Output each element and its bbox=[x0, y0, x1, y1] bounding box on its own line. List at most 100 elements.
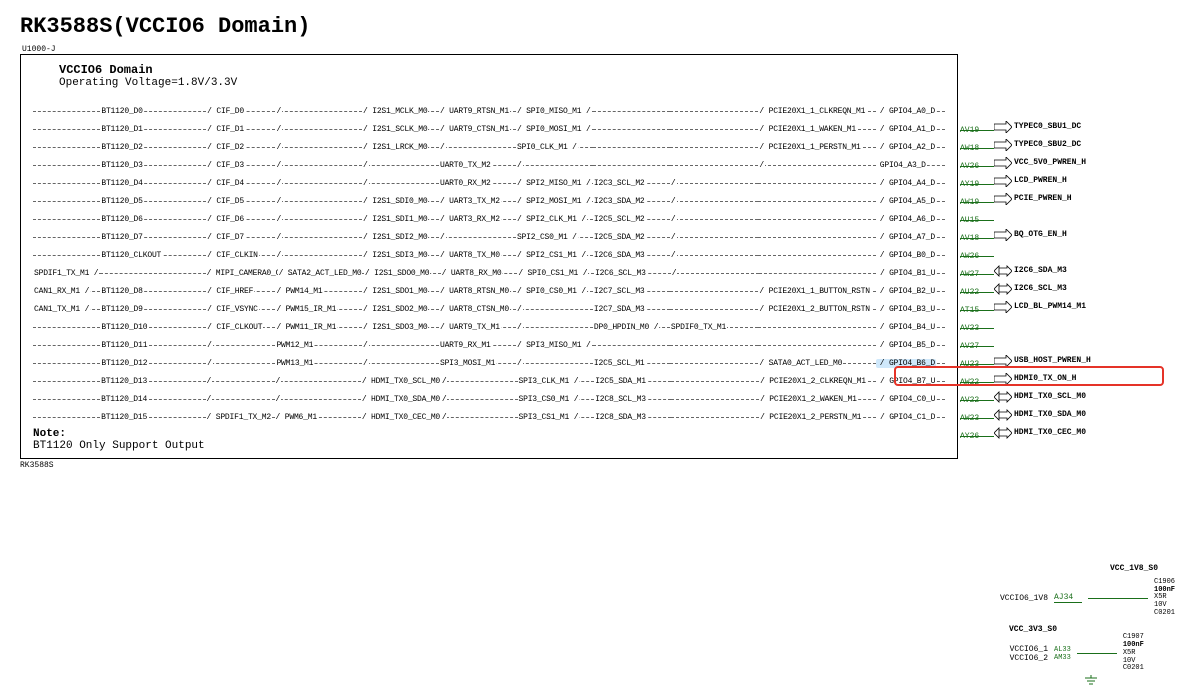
mux-cell: / I2S1_SDO1_M0 bbox=[362, 279, 439, 296]
mux-cell: I2C3_SDA_M2 bbox=[593, 189, 670, 206]
mux-cell bbox=[33, 171, 100, 188]
port: USB_HOST_PWREN_H bbox=[994, 355, 1091, 367]
mux-cell: / bbox=[516, 153, 593, 170]
mux-cell: / UART8_RX_M0 bbox=[441, 261, 518, 278]
mux-cell: / SPI0_CS0_M1 / bbox=[516, 279, 593, 296]
pin-row: BT1120_D13/// HDMI_TX0_SCL_M0/ SPI3_CLK_… bbox=[33, 369, 945, 386]
mux-cell: / CIF_HREF bbox=[206, 279, 275, 296]
bidir-port-icon bbox=[994, 427, 1012, 439]
mux-cell: I2C7_SDA_M3 bbox=[593, 297, 670, 314]
mux-cell: / PCIE20X1_2_BUTTON_RSTN bbox=[758, 297, 875, 314]
mux-cell bbox=[593, 99, 670, 116]
gpio-cell: / GPIO4_A0_D bbox=[876, 99, 945, 116]
port-label: I2C6_SDA_M3 bbox=[1014, 266, 1067, 275]
mux-cell: / SPDIF1_TX_M2 bbox=[206, 405, 275, 422]
mux-cell: / bbox=[670, 225, 759, 242]
mux-cell bbox=[33, 369, 100, 386]
mux-cell: / I2S1_MCLK_M0 bbox=[362, 99, 439, 116]
mux-cell: / bbox=[275, 369, 361, 386]
gpio-cell: / GPIO4_B6_D bbox=[876, 351, 945, 368]
mux-cell: / CIF_D1 bbox=[206, 117, 275, 134]
mux-cell bbox=[33, 243, 100, 260]
gpio-cell: / GPIO4_C0_U bbox=[876, 387, 945, 404]
mux-cell: / HDMI_TX0_SCL_M0 bbox=[361, 369, 441, 386]
mux-cell bbox=[593, 135, 670, 152]
port: I2C6_SCL_M3 bbox=[994, 283, 1067, 295]
mux-cell bbox=[670, 135, 759, 152]
ball-number: AT15 bbox=[960, 298, 994, 315]
mux-cell: / HDMI_TX0_SDA_M0 bbox=[361, 387, 441, 404]
mux-cell: / PWM11_IR_M1 bbox=[275, 315, 362, 332]
mux-cell: BT1120_CLKOUT bbox=[100, 243, 206, 260]
mux-cell: DP0_HPDIN_M0 / bbox=[593, 315, 670, 332]
note: Note: BT1120 Only Support Output bbox=[33, 428, 945, 452]
pin-row: BT1120_D14/// HDMI_TX0_SDA_M0/ SPI3_CS0_… bbox=[33, 387, 945, 404]
mux-cell bbox=[33, 207, 100, 224]
mux-cell: BT1120_D1 bbox=[100, 117, 206, 134]
mux-cell bbox=[758, 243, 875, 260]
mux-cell: / PCIE20X1_2_WAKEN_M1 bbox=[759, 387, 876, 404]
ext-row: AV27 bbox=[960, 334, 994, 351]
domain-name: VCCIO6 Domain bbox=[59, 63, 945, 77]
ball-number: AV22 bbox=[960, 388, 994, 405]
pin-row: BT1120_D5/ CIF_D5// I2S1_SDI0_M0/ UART3_… bbox=[33, 189, 945, 206]
mux-cell: BT1120_D4 bbox=[100, 171, 206, 188]
mux-cell: / bbox=[275, 99, 362, 116]
mux-cell: I2C6_SCL_M3 bbox=[594, 261, 671, 278]
mux-cell bbox=[33, 315, 100, 332]
mux-cell: / SPI2_MISO_M1 / bbox=[516, 171, 593, 188]
ball-number: AW26 bbox=[960, 244, 994, 261]
mux-cell: BT1120_D8 bbox=[100, 279, 206, 296]
mux-cell: / bbox=[362, 171, 439, 188]
mux-cell bbox=[593, 333, 670, 350]
mux-cell: / UART3_RX_M2 bbox=[439, 207, 516, 224]
ball-number: AW22 bbox=[960, 370, 994, 387]
port: HDMI_TX0_CEC_M0 bbox=[994, 427, 1086, 439]
mux-cell bbox=[671, 369, 759, 386]
out-port-icon bbox=[994, 355, 1012, 367]
bidir-port-icon bbox=[994, 265, 1012, 277]
pin-row: BT1120_D15/ SPDIF1_TX_M2/ PWM6_M1/ HDMI_… bbox=[33, 405, 945, 422]
gpio-cell: GPIO4_A3_D bbox=[876, 153, 945, 170]
mux-cell: / PCIE20X1_2_CLKREQN_M1 bbox=[759, 369, 876, 386]
mux-cell: / I2S1_SDI2_M0 bbox=[362, 225, 439, 242]
mux-cell: SPI3_MOSI_M1 bbox=[439, 351, 516, 368]
mux-cell: / UART9_CTSN_M1 bbox=[439, 117, 516, 134]
mux-cell: / bbox=[275, 207, 362, 224]
ball-number: AU15 bbox=[960, 208, 994, 225]
mux-cell: / SPI0_CS1_M1 / bbox=[517, 261, 594, 278]
pin-row: BT1120_D0/ CIF_D0// I2S1_MCLK_M0/ UART9_… bbox=[33, 99, 945, 116]
mux-cell: / SPI0_MOSI_M1 / bbox=[516, 117, 593, 134]
part-ref: U1000-J bbox=[22, 45, 1164, 54]
mux-cell: / bbox=[275, 117, 362, 134]
ball-number: AV18 bbox=[960, 226, 994, 243]
ext-row: AU22I2C6_SCL_M3 bbox=[960, 280, 1067, 297]
mux-cell: / HDMI_TX0_CEC_M0 bbox=[361, 405, 441, 422]
ext-row: AV19TYPEC0_SBU1_DC bbox=[960, 118, 1081, 135]
mux-cell: / PCIE20X1_1_CLKREQN_M1 bbox=[758, 99, 875, 116]
mux-cell bbox=[670, 333, 759, 350]
mux-cell bbox=[33, 405, 100, 422]
pin-row: BT1120_D10/ CIF_CLKOUT/ PWM11_IR_M1/ I2S… bbox=[33, 315, 945, 332]
mux-cell: BT1120_D15 bbox=[100, 405, 205, 422]
ball-number: AV23 bbox=[960, 316, 994, 333]
port-label: LCD_PWREN_H bbox=[1014, 176, 1067, 185]
port-label: HDMI0_TX_ON_H bbox=[1014, 374, 1076, 383]
mux-cell: / MIPI_CAMERA0_CLK_M0 bbox=[206, 261, 278, 278]
mux-cell: BT1120_D10 bbox=[100, 315, 206, 332]
mux-cell: / bbox=[516, 351, 593, 368]
out-port-icon bbox=[994, 157, 1012, 169]
ext-row: AW27I2C6_SDA_M3 bbox=[960, 262, 1067, 279]
ext-row: AV18BQ_OTG_EN_H bbox=[960, 226, 1067, 243]
mux-cell: / UART8_RTSN_M0 bbox=[439, 279, 516, 296]
mux-cell: / bbox=[439, 135, 516, 152]
mux-cell: BT1120_D0 bbox=[100, 99, 206, 116]
page-title: RK3588S(VCCIO6 Domain) bbox=[20, 14, 1164, 39]
ext-row: AU15 bbox=[960, 208, 994, 225]
mux-cell: UART9_RX_M1 bbox=[439, 333, 516, 350]
mux-cell: / PCIE20X1_1_PERSTN_M1 bbox=[758, 135, 875, 152]
port: LCD_PWREN_H bbox=[994, 175, 1067, 187]
mux-cell: / CIF_D6 bbox=[206, 207, 275, 224]
mux-cell: BT1120_D13 bbox=[100, 369, 205, 386]
mux-cell: / SPI2_MOSI_M1 / bbox=[516, 189, 593, 206]
